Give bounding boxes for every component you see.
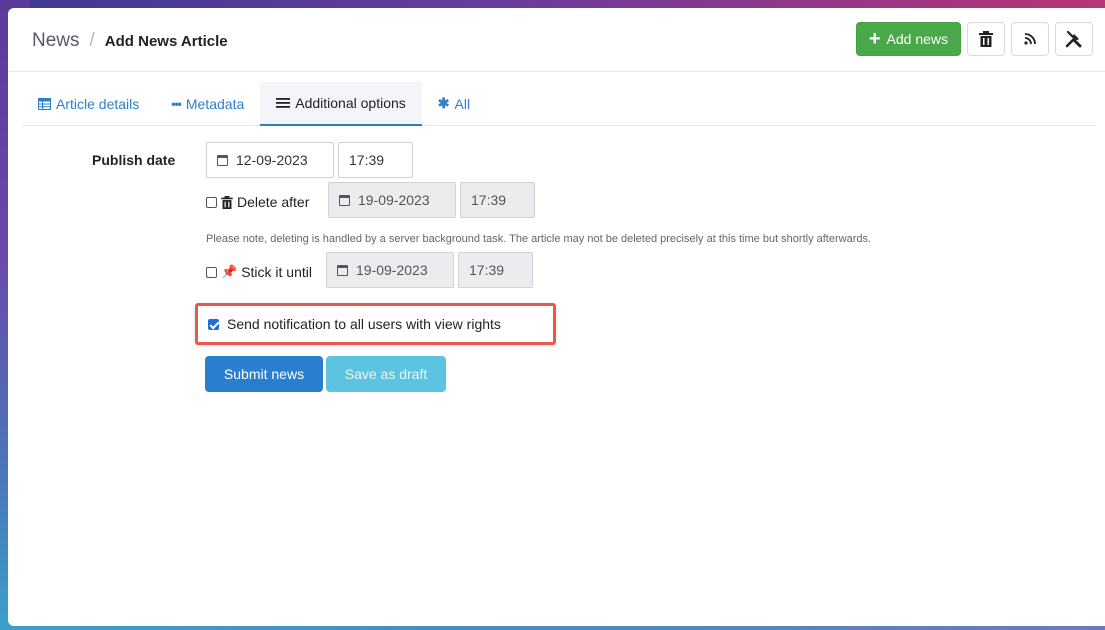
breadcrumb-separator: /: [89, 30, 95, 51]
asterisk-icon: ✱: [437, 95, 450, 111]
table-icon: [38, 97, 51, 110]
pin-icon: 📌: [221, 264, 238, 279]
stick-until-row: 📌 Stick it until: [206, 264, 312, 280]
save-draft-button[interactable]: Save as draft: [326, 356, 446, 392]
stick-time-value: 17:39: [469, 262, 505, 278]
rss-button[interactable]: [1011, 22, 1049, 56]
header-actions: + Add news: [855, 22, 1093, 56]
page-header: News / Add News Article + Add news: [8, 8, 1105, 72]
publish-date-label: Publish date: [92, 152, 176, 168]
delete-time-input[interactable]: 17:39: [460, 182, 535, 218]
delete-after-label: Delete after: [237, 194, 310, 210]
tab-additional-options-label: Additional options: [295, 95, 406, 111]
notify-label: Send notification to all users with view…: [227, 316, 501, 332]
submit-news-button[interactable]: Submit news: [205, 356, 323, 392]
tab-article-details-label: Article details: [56, 95, 140, 112]
add-news-label: Add news: [886, 31, 948, 47]
delete-after-checkbox[interactable]: [206, 196, 217, 208]
delete-time-value: 17:39: [471, 192, 507, 208]
notify-highlight: Send notification to all users with view…: [195, 303, 556, 345]
stick-until-label: Stick it until: [241, 264, 312, 280]
page-title: Add News Article: [104, 33, 228, 50]
trash-icon: [979, 31, 993, 47]
publish-time-value: 17:39: [349, 152, 385, 168]
dots-icon: •••: [171, 96, 182, 111]
breadcrumb: News / Add News Article: [32, 30, 228, 52]
breadcrumb-news-link[interactable]: News: [32, 30, 80, 52]
tab-bar: Article details ••• Metadata Additional …: [22, 82, 1096, 126]
delete-date-value: 19-09-2023: [358, 192, 430, 208]
tab-metadata[interactable]: ••• Metadata: [155, 82, 260, 125]
add-news-button[interactable]: + Add news: [855, 22, 961, 56]
list-icon: [276, 98, 291, 108]
plus-icon: +: [868, 28, 881, 50]
stick-date-input[interactable]: 19-09-2023: [326, 252, 454, 288]
tab-all-label: All: [454, 95, 471, 112]
tab-all[interactable]: ✱ All: [422, 82, 486, 125]
calendar-icon: [337, 264, 348, 276]
tools-icon: [1065, 30, 1082, 48]
tab-article-details[interactable]: Article details: [22, 82, 155, 125]
stick-until-checkbox[interactable]: [206, 266, 217, 278]
publish-date-value: 12-09-2023: [236, 152, 308, 168]
stick-time-input[interactable]: 17:39: [458, 252, 533, 288]
trash-button[interactable]: [967, 22, 1005, 56]
rss-icon: [1024, 33, 1036, 45]
delete-date-input[interactable]: 19-09-2023: [328, 182, 456, 218]
notify-checkbox[interactable]: [208, 318, 219, 330]
calendar-icon: [217, 154, 228, 166]
publish-date-input[interactable]: 12-09-2023: [206, 142, 334, 178]
tab-metadata-label: Metadata: [185, 95, 245, 112]
calendar-icon: [339, 194, 350, 206]
trash-icon: [221, 195, 233, 209]
tools-button[interactable]: [1055, 22, 1093, 56]
delete-note: Please note, deleting is handled by a se…: [206, 233, 872, 245]
delete-after-row: Delete after: [206, 194, 309, 210]
stick-date-value: 19-09-2023: [356, 262, 428, 278]
main-panel: News / Add News Article + Add news Artic…: [8, 8, 1105, 626]
tab-additional-options[interactable]: Additional options: [260, 82, 422, 126]
publish-time-input[interactable]: 17:39: [338, 142, 413, 178]
